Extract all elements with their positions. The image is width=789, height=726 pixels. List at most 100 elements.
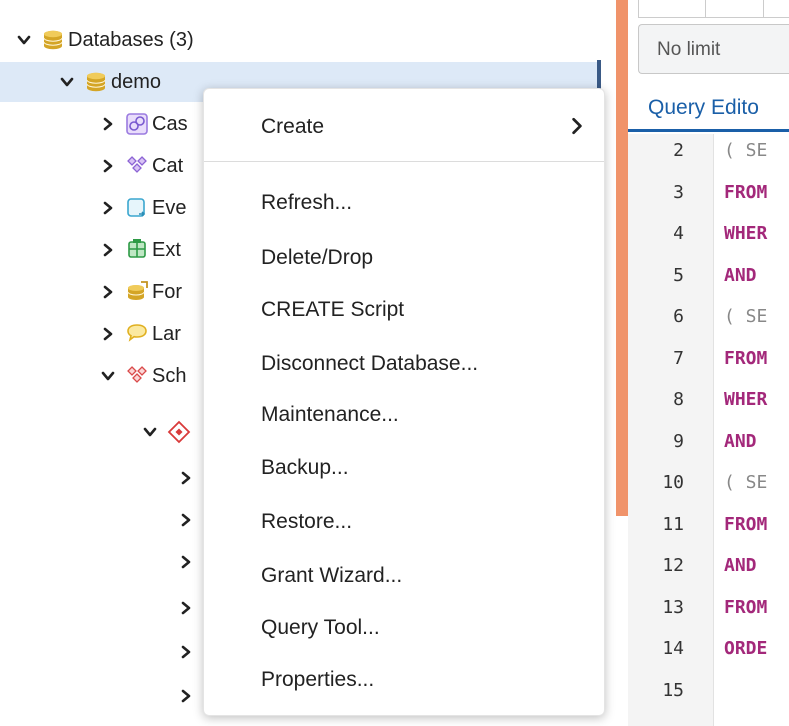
code-line: 15: [628, 672, 789, 712]
tree-node-schema[interactable]: [140, 412, 194, 452]
code-line: 8 WHER: [628, 381, 789, 421]
menu-item-properties[interactable]: Properties...: [204, 658, 604, 702]
chevron-down-icon[interactable]: [14, 30, 34, 50]
tree-node-event-triggers[interactable]: Eve: [98, 188, 186, 228]
line-number: 14: [662, 638, 684, 659]
tree-node-schema-child[interactable]: [176, 500, 196, 540]
chevron-right-icon[interactable]: [98, 282, 118, 302]
menu-item-grant-wizard[interactable]: Grant Wizard...: [204, 554, 604, 598]
context-menu: Create Refresh... Delete/Drop CREATE Scr…: [203, 88, 605, 716]
menu-item-label: Query Tool...: [261, 616, 380, 639]
menu-item-label: Grant Wizard...: [261, 564, 403, 587]
tree-node-schema-child[interactable]: [176, 632, 196, 672]
menu-item-backup[interactable]: Backup...: [204, 446, 604, 490]
code-line: 7 FROM: [628, 340, 789, 380]
code-line: 4 WHER: [628, 215, 789, 255]
line-number: 13: [662, 596, 684, 618]
chevron-right-icon[interactable]: [98, 198, 118, 218]
code-line: 12 AND: [628, 547, 789, 587]
menu-item-delete-drop[interactable]: Delete/Drop: [204, 236, 604, 280]
chevron-right-icon[interactable]: [176, 468, 196, 488]
chevron-down-icon[interactable]: [140, 422, 160, 442]
tree-node-casts[interactable]: Cas: [98, 104, 188, 144]
cast-icon: [124, 111, 150, 137]
tree-node-languages[interactable]: Lar: [98, 314, 181, 354]
language-icon: [124, 321, 150, 347]
chevron-right-icon[interactable]: [176, 686, 196, 706]
extension-icon: [124, 237, 150, 263]
tree-node-schemas[interactable]: Sch: [98, 356, 186, 396]
code-text: AND: [724, 430, 757, 452]
line-number: 6: [673, 306, 684, 327]
chevron-right-icon[interactable]: [98, 240, 118, 260]
databases-icon: [40, 27, 66, 53]
line-number: 8: [673, 389, 684, 410]
chevron-right-icon[interactable]: [176, 510, 196, 530]
line-number: 12: [662, 555, 684, 576]
line-number: 10: [662, 472, 684, 493]
panel-divider[interactable]: [616, 0, 628, 516]
menu-item-create-script[interactable]: CREATE Script: [204, 288, 604, 332]
chevron-right-icon[interactable]: [98, 156, 118, 176]
menu-item-query-tool[interactable]: Query Tool...: [204, 606, 604, 650]
tree-node-schema-child[interactable]: [176, 588, 196, 628]
tab-query-editor[interactable]: Query Edito: [628, 88, 789, 132]
schemas-icon: [124, 363, 150, 389]
tree-node-extensions[interactable]: Ext: [98, 230, 181, 270]
chevron-right-icon[interactable]: [98, 114, 118, 134]
menu-item-create[interactable]: Create: [204, 105, 604, 149]
row-limit-select[interactable]: No limit: [638, 24, 789, 74]
chevron-right-icon[interactable]: [176, 642, 196, 662]
code-line: 11 FROM: [628, 506, 789, 546]
line-number: 9: [673, 430, 684, 452]
tree-node-databases[interactable]: Databases (3): [14, 20, 194, 60]
menu-item-refresh[interactable]: Refresh...: [204, 181, 604, 225]
code-line: 9 AND: [628, 423, 789, 463]
code-text: ( SE: [724, 140, 768, 161]
code-text: ( SE: [724, 306, 768, 327]
tree-node-label: Databases (3): [68, 28, 194, 51]
tree-node-catalogs[interactable]: Cat: [98, 146, 183, 186]
event-trigger-icon: [124, 195, 150, 221]
catalog-icon: [124, 153, 150, 179]
menu-item-restore[interactable]: Restore...: [204, 500, 604, 544]
code-line: 2 ( SE: [628, 132, 789, 172]
menu-item-label: CREATE Script: [261, 298, 405, 321]
line-number: 7: [673, 347, 684, 369]
code-line: 3 FROM: [628, 174, 789, 214]
tree-node-label: Cas: [152, 112, 188, 135]
tree-node-label: Ext: [152, 238, 181, 261]
menu-item-label: Disconnect Database...: [261, 352, 479, 375]
code-text: AND: [724, 555, 757, 576]
tree-node-label: For: [152, 280, 182, 303]
menu-item-maintenance[interactable]: Maintenance...: [204, 393, 604, 437]
chevron-down-icon[interactable]: [57, 72, 77, 92]
tree-node-schema-child[interactable]: [176, 458, 196, 498]
chevron-right-icon: [568, 117, 586, 135]
code-line: 6 ( SE: [628, 298, 789, 338]
toolbar-strip: [638, 0, 789, 18]
menu-item-label: Maintenance...: [261, 403, 399, 426]
code-text: FROM: [724, 513, 768, 535]
code-text: ORDE: [724, 638, 768, 659]
tree-node-schema-child[interactable]: [176, 542, 196, 582]
schema-icon: [166, 419, 192, 445]
menu-item-label: Refresh...: [261, 191, 353, 214]
foreign-data-wrapper-icon: [124, 279, 150, 305]
line-number: 11: [662, 513, 684, 535]
chevron-right-icon[interactable]: [176, 598, 196, 618]
code-text: FROM: [724, 596, 768, 618]
tree-node-schema-child[interactable]: [176, 676, 196, 716]
code-text: WHER: [724, 389, 768, 410]
tree-node-label: demo: [111, 70, 162, 93]
code-text: FROM: [724, 181, 768, 203]
tree-node-label: Cat: [152, 154, 184, 177]
chevron-right-icon[interactable]: [98, 324, 118, 344]
chevron-down-icon[interactable]: [98, 366, 118, 386]
chevron-right-icon[interactable]: [176, 552, 196, 572]
tree-node-label: Eve: [152, 196, 187, 219]
tree-node-foreign-data-wrappers[interactable]: For: [98, 272, 182, 312]
menu-item-disconnect-database[interactable]: Disconnect Database...: [204, 342, 604, 386]
code-text: WHER: [724, 223, 768, 244]
code-text: AND: [724, 264, 757, 286]
